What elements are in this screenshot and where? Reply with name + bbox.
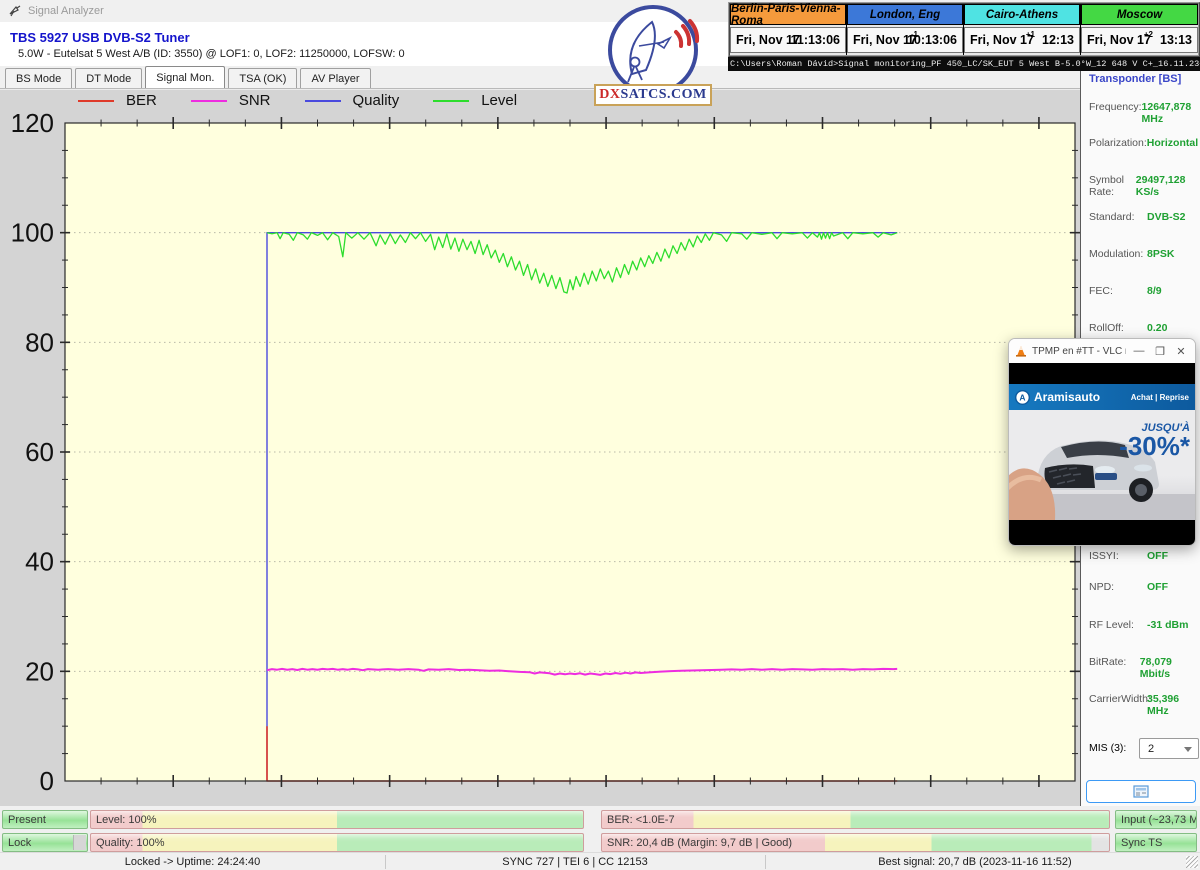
clock-time: Fri, Nov 17+112:13 <box>964 27 1080 53</box>
ad-banner: A Aramisauto Achat | Reprise <box>1009 384 1195 410</box>
legend-label: BER <box>126 92 157 109</box>
vlc-cone-icon <box>1015 345 1027 357</box>
transponder-row-polarization: Polarization:Horizontal <box>1089 137 1197 149</box>
clock-london-eng: London, EngFri, Nov 17-110:13:06 <box>847 4 964 55</box>
finger-pointer <box>1009 428 1099 520</box>
mis-dropdown[interactable]: 2 <box>1139 738 1199 759</box>
window-title: Signal Analyzer <box>28 5 104 17</box>
y-tick-label: 120 <box>11 108 54 138</box>
ad-scene: JUSQU'À -30%* <box>1009 410 1195 520</box>
tab-tsa-ok-[interactable]: TSA (OK) <box>228 68 297 88</box>
sync-indicator: Sync TS <box>1115 833 1197 852</box>
signal-monitor-panel: 0 20 40 60 80 100 120 <box>0 89 1080 806</box>
legend-line-swatch <box>78 100 114 102</box>
close-icon[interactable]: ✕ <box>1173 345 1189 358</box>
ber-bar: BER: <1.0E-7 <box>601 810 1110 829</box>
y-tick-label: 0 <box>40 766 54 796</box>
lock-indicator: Lock <box>2 833 88 852</box>
mis-value: 2 <box>1148 743 1154 755</box>
transponder-row-standard: Standard:DVB-S2 <box>1089 211 1197 223</box>
quality-bar: Quality: 100% <box>90 833 584 852</box>
clock-berlin-paris-vienna-roma: Berlin-Paris-Vienna-RomaFri, Nov 1711:13… <box>730 4 847 55</box>
y-tick-label: 20 <box>25 656 54 686</box>
minimize-icon[interactable]: — <box>1131 345 1147 357</box>
legend-label: Level <box>481 92 517 109</box>
transponder-row-fec: FEC:8/9 <box>1089 285 1197 297</box>
world-clocks: Berlin-Paris-Vienna-RomaFri, Nov 1711:13… <box>728 2 1200 57</box>
transponder-row-bitrate: BitRate:78,079 Mbit/s <box>1089 656 1197 680</box>
status-uptime: Locked -> Uptime: 24:24:40 <box>0 853 385 870</box>
status-bar: Locked -> Uptime: 24:24:40 SYNC 727 | TE… <box>0 852 1200 870</box>
transponder-row-modulation: Modulation:8PSK <box>1089 248 1197 260</box>
indicator-bars: Present Level: 100% BER: <1.0E-7 Input (… <box>0 806 1200 852</box>
clock-city: Berlin-Paris-Vienna-Roma <box>730 4 846 25</box>
signal-chart: 0 20 40 60 80 100 120 <box>0 90 1080 807</box>
vlc-video-area[interactable]: A Aramisauto Achat | Reprise <box>1009 363 1195 546</box>
legend-line-swatch <box>433 100 469 102</box>
mis-row: MIS (3): 2 <box>1089 742 1197 754</box>
tab-av-player[interactable]: AV Player <box>300 68 370 88</box>
transponder-header: Transponder [BS] <box>1089 73 1181 85</box>
y-tick-label: 80 <box>25 327 54 357</box>
svg-text:A: A <box>1019 392 1025 402</box>
vlc-window-title: TPMP en #TT - VLC med... <box>1032 346 1126 357</box>
ad-brand: Aramisauto <box>1034 390 1100 404</box>
status-sync-counters: SYNC 727 | TEI 6 | CC 12153 <box>385 853 765 870</box>
lock-bar-gray-segment <box>73 835 86 850</box>
legend-item-level: Level <box>433 92 517 109</box>
legend-item-snr: SNR <box>191 92 271 109</box>
y-tick-label: 60 <box>25 437 54 467</box>
chart-legend: BER SNR Quality Level <box>78 92 517 109</box>
tuner-subtitle: 5.0W - Eutelsat 5 West A/B (ID: 3550) @ … <box>18 48 405 60</box>
status-best-signal: Best signal: 20,7 dB (2023-11-16 11:52) <box>765 853 1185 870</box>
transponder-row-carrierwidth: CarrierWidth:35,396 MHz <box>1089 693 1197 717</box>
present-indicator: Present <box>2 810 88 829</box>
promo-text: JUSQU'À -30%* <box>1119 422 1190 458</box>
legend-item-ber: BER <box>78 92 157 109</box>
aramisauto-logo-icon: A <box>1015 390 1030 405</box>
maximize-icon[interactable]: ❐ <box>1152 345 1168 358</box>
transponder-row-npd: NPD:OFF <box>1089 581 1197 593</box>
level-bar: Level: 100% <box>90 810 584 829</box>
transponder-row-issyi: ISSYI:OFF <box>1089 550 1197 562</box>
legend-item-quality: Quality <box>305 92 400 109</box>
tab-bs-mode[interactable]: BS Mode <box>5 68 72 88</box>
vlc-window[interactable]: TPMP en #TT - VLC med... — ❐ ✕ A Aramisa… <box>1008 338 1196 546</box>
clock-cairo-athens: Cairo-AthensFri, Nov 17+112:13 <box>964 4 1081 55</box>
transponder-row-rflevel: RF Level:-31 dBm <box>1089 619 1197 631</box>
stream-tool-button[interactable] <box>1086 780 1196 803</box>
clock-city: London, Eng <box>847 4 963 25</box>
transponder-row-symbolrate: Symbol Rate:29497,128 KS/s <box>1089 174 1197 198</box>
chevron-down-icon <box>1184 747 1192 752</box>
logo-text: DXSATCS.COM <box>594 84 712 106</box>
clock-city: Cairo-Athens <box>964 4 1080 25</box>
input-indicator: Input (~23,73 Mbps) <box>1115 810 1197 829</box>
calculator-icon <box>1133 785 1149 798</box>
dxsatcs-logo: DXSATCS.COM <box>594 4 712 107</box>
console-command-line: C:\Users\Roman Dávid>Signal monitoring_P… <box>728 57 1200 71</box>
transponder-row-frequency: Frequency:12647,878 MHz <box>1089 101 1197 125</box>
snr-bar: SNR: 20,4 dB (Margin: 9,7 dB | Good) <box>601 833 1110 852</box>
clock-city: Moscow <box>1081 4 1198 25</box>
resize-grip[interactable] <box>1186 856 1198 868</box>
y-tick-label: 100 <box>11 218 54 248</box>
app-icon <box>8 4 22 18</box>
tab-signal-mon-[interactable]: Signal Mon. <box>145 66 225 88</box>
satellite-dish-icon <box>594 4 712 96</box>
clock-time: Fri, Nov 17-110:13:06 <box>847 27 963 53</box>
clock-time: Fri, Nov 17+213:13 <box>1081 27 1198 53</box>
ad-links: Achat | Reprise <box>1131 393 1189 402</box>
legend-line-swatch <box>191 100 227 102</box>
transponder-row-rolloff: RollOff:0.20 <box>1089 322 1197 334</box>
tuner-title: TBS 5927 USB DVB-S2 Tuner <box>10 30 190 45</box>
legend-line-swatch <box>305 100 341 102</box>
mis-label: MIS (3): <box>1089 742 1126 754</box>
clock-moscow: MoscowFri, Nov 17+213:13 <box>1081 4 1198 55</box>
legend-label: SNR <box>239 92 271 109</box>
legend-label: Quality <box>353 92 400 109</box>
vlc-titlebar[interactable]: TPMP en #TT - VLC med... — ❐ ✕ <box>1009 339 1195 363</box>
clock-time: Fri, Nov 1711:13:06 <box>730 27 846 53</box>
y-tick-label: 40 <box>25 547 54 577</box>
tab-dt-mode[interactable]: DT Mode <box>75 68 142 88</box>
